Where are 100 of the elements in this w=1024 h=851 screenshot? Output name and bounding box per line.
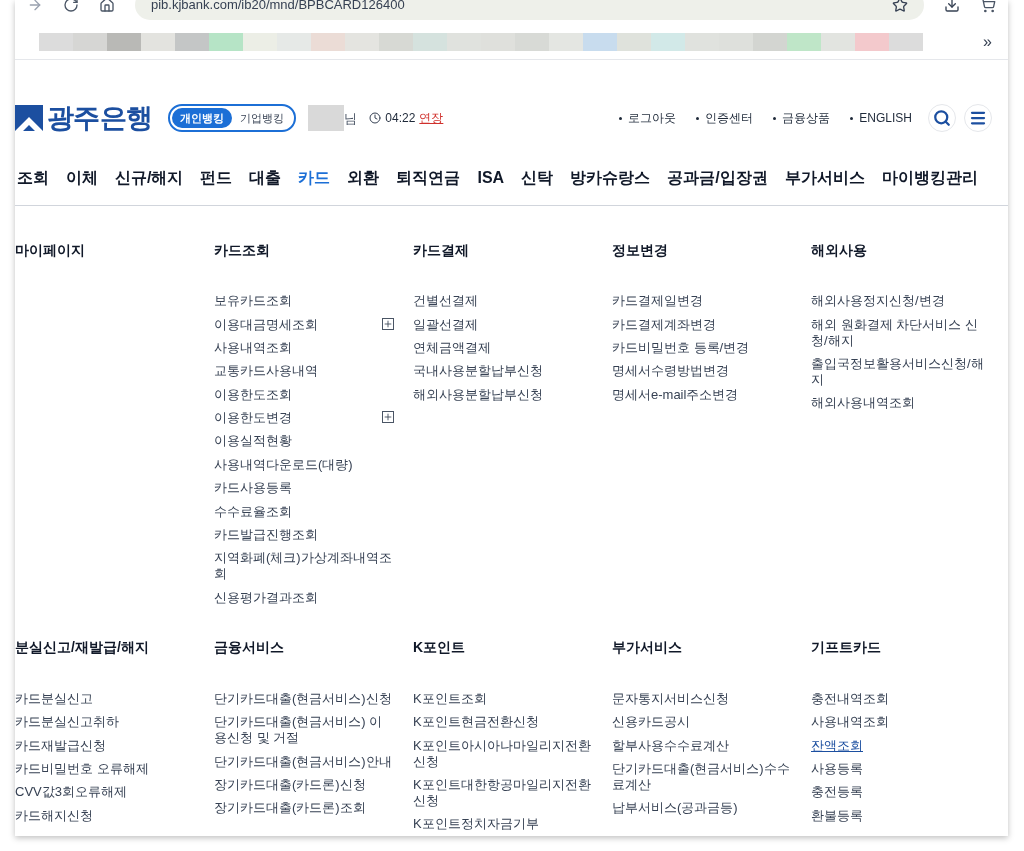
- menu-link[interactable]: 사용등록: [811, 757, 989, 781]
- download-icon[interactable]: [944, 0, 960, 13]
- nav-tab[interactable]: 신탁: [521, 165, 554, 190]
- nav-tab[interactable]: ISA: [477, 165, 505, 190]
- extend-link[interactable]: 연장: [419, 109, 444, 128]
- bookmark-item[interactable]: [515, 33, 549, 52]
- menu-link[interactable]: 카드해지신청: [15, 804, 193, 828]
- menu-link[interactable]: 신용카드공시: [612, 710, 790, 734]
- menu-link[interactable]: 국내사용분할납부신청: [413, 359, 591, 384]
- menu-link[interactable]: 수수료율조회: [214, 499, 392, 524]
- bookmark-item[interactable]: [719, 33, 753, 52]
- bookmark-item[interactable]: [481, 33, 515, 52]
- menu-link[interactable]: K포인트조회: [413, 687, 591, 711]
- bookmark-item[interactable]: [379, 33, 413, 52]
- bookmark-item[interactable]: [821, 33, 855, 52]
- bookmark-item[interactable]: [651, 33, 685, 52]
- bookmark-item[interactable]: [107, 33, 141, 52]
- menu-link[interactable]: 단기카드대출(현금서비스)수수료계산: [612, 757, 790, 797]
- menu-link[interactable]: 일괄선결제: [413, 312, 591, 337]
- menu-link[interactable]: 카드사용등록: [214, 476, 392, 500]
- bookmark-item[interactable]: [617, 33, 651, 52]
- bookmark-item[interactable]: [345, 33, 379, 52]
- bookmark-item[interactable]: [685, 33, 719, 52]
- menu-link[interactable]: 이용한도조회: [214, 383, 392, 407]
- menu-link[interactable]: 명세서e-mail주소변경: [612, 383, 790, 407]
- home-icon[interactable]: [99, 0, 115, 13]
- menu-link[interactable]: 교통카드사용내역: [214, 359, 392, 384]
- bank-logo[interactable]: 광주은행: [47, 98, 153, 139]
- nav-tab[interactable]: 이체: [66, 165, 98, 190]
- star-icon[interactable]: [892, 0, 908, 13]
- nav-tab[interactable]: 공과금/입장권: [667, 165, 768, 190]
- nav-tab[interactable]: 신규/해지: [115, 165, 184, 190]
- menu-link[interactable]: 카드결제계좌변경: [612, 312, 790, 337]
- nav-tab[interactable]: 카드: [298, 165, 331, 190]
- menu-link[interactable]: 잔액조회: [811, 733, 989, 758]
- nav-tab[interactable]: 부가서비스: [784, 165, 865, 190]
- bookmark-item[interactable]: [549, 33, 583, 52]
- bookmark-item[interactable]: [413, 33, 447, 52]
- forward-icon[interactable]: [27, 0, 43, 13]
- menu-link[interactable]: CVV값3회오류해제: [15, 780, 193, 804]
- nav-tab[interactable]: 방카슈랑스: [570, 165, 651, 190]
- menu-link[interactable]: 단기카드대출(현금서비스)신청: [214, 687, 392, 711]
- menu-link[interactable]: 명세서수령방법변경: [612, 359, 790, 384]
- nav-tab[interactable]: 대출: [249, 165, 282, 190]
- menu-link[interactable]: K포인트현금전환신청: [413, 710, 591, 734]
- bookmark-item[interactable]: [855, 33, 889, 52]
- menu-link[interactable]: 장기카드대출(카드론)신청: [214, 773, 392, 797]
- bookmark-item[interactable]: [175, 33, 209, 52]
- banking-tab[interactable]: 기업뱅킹: [232, 108, 293, 129]
- bookmark-item[interactable]: [889, 33, 923, 52]
- cart-icon[interactable]: [980, 0, 996, 13]
- menu-link[interactable]: 사용내역조회: [811, 710, 989, 734]
- menu-link[interactable]: 해외사용내역조회: [811, 391, 989, 416]
- menu-link[interactable]: 카드비밀번호 등록/변경: [612, 336, 790, 360]
- bookmark-item[interactable]: [753, 33, 787, 52]
- menu-link[interactable]: K포인트아시아나마일리지전환신청: [413, 733, 591, 774]
- nav-tab[interactable]: 퇴직연금: [396, 165, 461, 190]
- menu-link[interactable]: 사용내역조회: [214, 336, 392, 360]
- menu-link[interactable]: 카드결제일변경: [612, 289, 790, 313]
- menu-link[interactable]: 신용평가결과조회: [214, 586, 392, 610]
- menu-link[interactable]: 출입국정보활용서비스신청/해지: [811, 352, 989, 392]
- menu-link[interactable]: 해외 원화결제 차단서비스 신청/해지: [811, 312, 989, 353]
- nav-tab[interactable]: 마이뱅킹관리: [881, 165, 978, 190]
- more-bookmarks[interactable]: »: [983, 30, 992, 55]
- menu-link[interactable]: K포인트정치자금기부: [413, 812, 591, 836]
- header-link[interactable]: 로그아웃: [628, 109, 677, 128]
- bookmark-item[interactable]: [583, 33, 617, 52]
- menu-link[interactable]: 지역화폐(체크)가상계좌내역조회: [214, 546, 392, 587]
- bookmark-item[interactable]: [787, 33, 821, 52]
- menu-link[interactable]: 카드재발급신청: [15, 733, 193, 758]
- menu-link[interactable]: 해외사용분할납부신청: [413, 383, 591, 407]
- menu-link[interactable]: 건별선결제: [413, 289, 591, 313]
- header-link[interactable]: 인증센터: [705, 109, 754, 128]
- menu-link[interactable]: 이용한도변경: [214, 406, 374, 430]
- menu-link[interactable]: 이용실적현황: [214, 429, 392, 454]
- menu-link[interactable]: 장기카드대출(카드론)조회: [214, 796, 392, 820]
- nav-tab[interactable]: 외환: [347, 165, 380, 190]
- menu-link[interactable]: 환불등록: [811, 804, 989, 828]
- reload-icon[interactable]: [63, 0, 79, 13]
- menu-link[interactable]: 이용대금명세조회: [214, 312, 374, 337]
- menu-link[interactable]: 연체금액결제: [413, 336, 591, 360]
- bookmark-item[interactable]: [277, 33, 311, 52]
- bookmark-item[interactable]: [39, 33, 73, 52]
- menu-link[interactable]: 할부사용수수료계산: [612, 733, 790, 758]
- menu-link[interactable]: 단기카드대출(현금서비스)안내: [214, 749, 392, 774]
- banking-tab[interactable]: 개인뱅킹: [172, 108, 233, 129]
- menu-link[interactable]: 사용내역다운로드(대량): [214, 453, 392, 477]
- menu-link[interactable]: 단기카드대출(현금서비스) 이용신청 및 거절: [214, 710, 392, 750]
- menu-link[interactable]: 보유카드조회: [214, 289, 392, 313]
- address-bar[interactable]: pib.kjbank.com/ib20/mnd/BPBCARD126400: [135, 0, 924, 20]
- menu-link[interactable]: 충전등록: [811, 780, 989, 804]
- menu-link[interactable]: K포인트대한항공마일리지전환신청: [413, 773, 591, 813]
- bookmark-item[interactable]: [73, 33, 107, 52]
- menu-link[interactable]: 해외사용정지신청/변경: [811, 289, 989, 313]
- bookmark-item[interactable]: [141, 33, 175, 52]
- menu-link[interactable]: 카드분실신고취하: [15, 710, 193, 734]
- bookmark-item[interactable]: [243, 33, 277, 52]
- menu-link[interactable]: 문자통지서비스신청: [612, 687, 790, 711]
- menu-link[interactable]: 카드발급진행조회: [214, 523, 392, 547]
- expand-icon[interactable]: [382, 411, 394, 424]
